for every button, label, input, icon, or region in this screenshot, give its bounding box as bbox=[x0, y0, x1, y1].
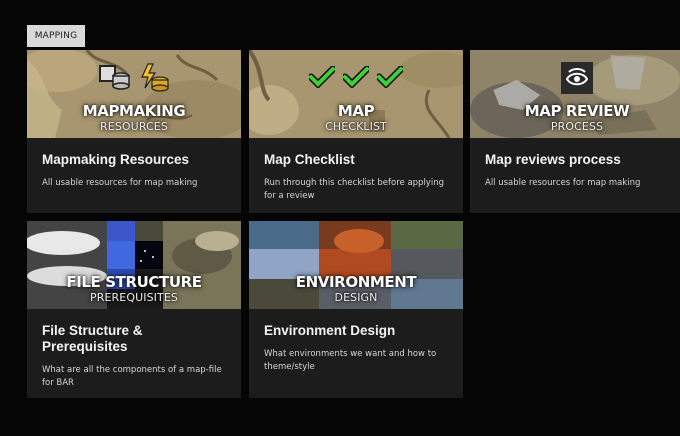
card-hero-image: FILE STRUCTURE PREREQUISITES bbox=[27, 221, 241, 309]
card-description: All usable resources for map making bbox=[485, 178, 641, 188]
card-map-checklist[interactable]: MAP CHECKLIST Map Checklist Run through … bbox=[249, 50, 463, 213]
stack-icon bbox=[98, 62, 132, 97]
card-title: Mapmaking Resources bbox=[42, 152, 190, 167]
card-file-structure[interactable]: FILE STRUCTURE PREREQUISITES File Struct… bbox=[27, 221, 241, 398]
hero-title: ENVIRONMENT bbox=[295, 273, 417, 291]
card-mapmaking-resources[interactable]: MAPMAKING RESOURCES Mapmaking Resources … bbox=[27, 50, 241, 213]
hero-subtitle: RESOURCES bbox=[100, 120, 168, 133]
energy-coins-icon bbox=[138, 62, 170, 97]
card-hero-image: MAP REVIEW PROCESS bbox=[470, 50, 680, 138]
card-title: Environment Design bbox=[264, 323, 396, 338]
card-title: Map Checklist bbox=[264, 152, 355, 167]
card-description: All usable resources for map making bbox=[42, 178, 198, 188]
card-hero-image: MAPMAKING RESOURCES bbox=[27, 50, 241, 138]
hero-title: MAP REVIEW bbox=[524, 102, 630, 120]
hero-title: MAP bbox=[337, 102, 375, 120]
card-description: What are all the components of a map-fil… bbox=[42, 365, 222, 388]
section-tag: MAPPING bbox=[27, 25, 85, 47]
card-environment-design[interactable]: ENVIRONMENT DESIGN Environment Design Wh… bbox=[249, 221, 463, 398]
hero-subtitle: PREREQUISITES bbox=[90, 291, 178, 304]
check-icon bbox=[375, 65, 405, 93]
card-description: What environments we want and how to the… bbox=[264, 349, 437, 372]
hero-subtitle: CHECKLIST bbox=[325, 120, 387, 133]
card-hero-image: MAP CHECKLIST bbox=[249, 50, 463, 138]
card-map-reviews-process[interactable]: MAP REVIEW PROCESS Map reviews process A… bbox=[470, 50, 680, 213]
hero-title: MAPMAKING bbox=[82, 102, 186, 120]
check-icon bbox=[341, 65, 371, 93]
hero-subtitle: PROCESS bbox=[550, 120, 604, 133]
hero-title: FILE STRUCTURE bbox=[66, 273, 202, 291]
hero-subtitle: DESIGN bbox=[334, 291, 378, 304]
check-icon bbox=[307, 65, 337, 93]
card-hero-image: ENVIRONMENT DESIGN bbox=[249, 221, 463, 309]
card-title: Map reviews process bbox=[485, 152, 621, 167]
eye-icon bbox=[561, 62, 593, 99]
card-title: File Structure & Prerequisites bbox=[42, 323, 143, 354]
card-description: Run through this checklist before applyi… bbox=[264, 178, 444, 201]
